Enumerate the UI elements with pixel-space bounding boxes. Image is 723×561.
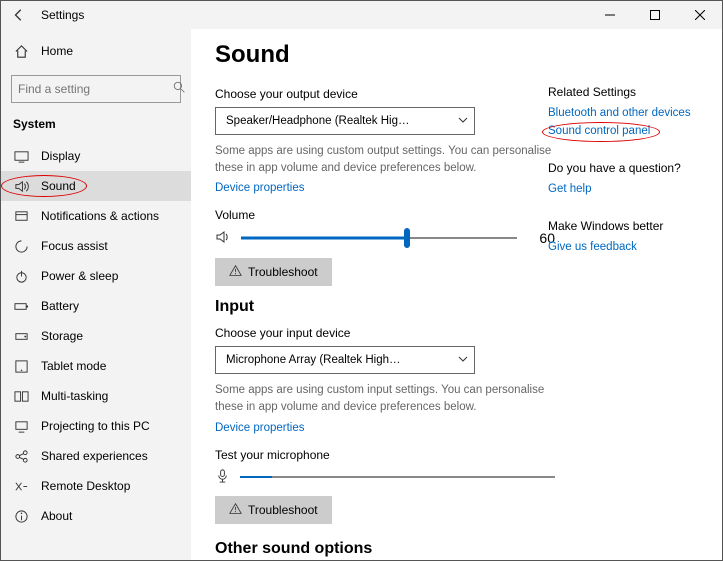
warning-icon	[229, 264, 242, 280]
sidebar-item-label: Focus assist	[41, 239, 108, 253]
output-hint: Some apps are using custom output settin…	[215, 143, 555, 176]
shared-icon	[13, 448, 29, 464]
sidebar-item-shared-exp[interactable]: Shared experiences	[1, 441, 191, 471]
projecting-icon	[13, 418, 29, 434]
input-device-dropdown[interactable]: Microphone Array (Realtek High…	[215, 346, 475, 374]
sidebar-item-sound[interactable]: Sound	[1, 171, 191, 201]
sidebar-item-projecting[interactable]: Projecting to this PC	[1, 411, 191, 441]
feedback-link[interactable]: Give us feedback	[548, 241, 698, 253]
sidebar-item-label: Sound	[41, 179, 76, 193]
sidebar-item-label: Tablet mode	[41, 359, 106, 373]
main-content: Sound Choose your output device Speaker/…	[191, 29, 722, 560]
search-input[interactable]	[18, 82, 173, 96]
window-title: Settings	[41, 8, 84, 22]
sidebar-home[interactable]: Home	[1, 35, 191, 67]
sidebar-item-label: Storage	[41, 329, 83, 343]
sidebar-item-focus-assist[interactable]: Focus assist	[1, 231, 191, 261]
sidebar-item-remote-desktop[interactable]: Remote Desktop	[1, 471, 191, 501]
better-head: Make Windows better	[548, 219, 698, 233]
sidebar-item-label: Remote Desktop	[41, 479, 130, 493]
search-icon	[173, 81, 186, 97]
input-hint: Some apps are using custom input setting…	[215, 382, 555, 415]
get-help-link[interactable]: Get help	[548, 183, 698, 195]
sidebar-category: System	[1, 113, 191, 141]
sidebar-item-notifications[interactable]: Notifications & actions	[1, 201, 191, 231]
right-column: Related Settings Bluetooth and other dev…	[548, 85, 698, 277]
volume-slider[interactable]	[241, 228, 517, 248]
multitask-icon	[13, 388, 29, 404]
sound-control-panel-link[interactable]: Sound control panel	[548, 125, 698, 137]
back-button[interactable]	[9, 8, 29, 22]
home-icon	[13, 43, 29, 59]
sidebar-item-battery[interactable]: Battery	[1, 291, 191, 321]
warning-icon	[229, 502, 242, 518]
sidebar-item-about[interactable]: About	[1, 501, 191, 531]
close-button[interactable]	[677, 1, 722, 29]
tablet-icon	[13, 358, 29, 374]
sidebar-item-label: Display	[41, 149, 80, 163]
sidebar-item-display[interactable]: Display	[1, 141, 191, 171]
sidebar-item-label: Power & sleep	[41, 269, 118, 283]
chevron-down-icon	[458, 115, 468, 128]
sidebar-item-storage[interactable]: Storage	[1, 321, 191, 351]
output-device-dropdown[interactable]: Speaker/Headphone (Realtek Hig…	[215, 107, 475, 135]
troubleshoot-label: Troubleshoot	[248, 503, 318, 517]
output-device-properties-link[interactable]: Device properties	[215, 182, 304, 194]
battery-icon	[13, 298, 29, 314]
power-icon	[13, 268, 29, 284]
related-settings-head: Related Settings	[548, 85, 698, 99]
storage-icon	[13, 328, 29, 344]
page-title: Sound	[215, 41, 722, 69]
display-icon	[13, 148, 29, 164]
other-heading: Other sound options	[215, 540, 722, 558]
sidebar-item-label: Battery	[41, 299, 79, 313]
bluetooth-link[interactable]: Bluetooth and other devices	[548, 107, 698, 119]
focus-icon	[13, 238, 29, 254]
sidebar-item-label: Shared experiences	[41, 449, 148, 463]
sidebar-home-label: Home	[41, 44, 73, 58]
input-heading: Input	[215, 298, 722, 316]
notifications-icon	[13, 208, 29, 224]
test-mic-label: Test your microphone	[215, 448, 722, 462]
input-troubleshoot-button[interactable]: Troubleshoot	[215, 496, 332, 524]
question-head: Do you have a question?	[548, 161, 698, 175]
minimize-button[interactable]	[587, 1, 632, 29]
speaker-icon	[215, 229, 231, 248]
sound-icon	[13, 178, 29, 194]
sidebar-item-power-sleep[interactable]: Power & sleep	[1, 261, 191, 291]
input-choose-label: Choose your input device	[215, 326, 722, 340]
sidebar-item-label: Multi-tasking	[41, 389, 108, 403]
titlebar: Settings	[1, 1, 722, 29]
sidebar-item-label: About	[41, 509, 72, 523]
maximize-button[interactable]	[632, 1, 677, 29]
search-input-wrap[interactable]	[11, 75, 181, 103]
sidebar-item-multitasking[interactable]: Multi-tasking	[1, 381, 191, 411]
troubleshoot-label: Troubleshoot	[248, 265, 318, 279]
sidebar: Home System Display Sound Notifications …	[1, 29, 191, 560]
about-icon	[13, 508, 29, 524]
microphone-icon	[215, 468, 230, 486]
remote-icon	[13, 478, 29, 494]
sidebar-item-label: Projecting to this PC	[41, 419, 150, 433]
output-device-selected: Speaker/Headphone (Realtek Hig…	[226, 115, 409, 127]
sidebar-item-label: Notifications & actions	[41, 209, 159, 223]
chevron-down-icon	[458, 354, 468, 367]
input-device-selected: Microphone Array (Realtek High…	[226, 354, 401, 366]
mic-level-bar	[240, 476, 555, 478]
input-device-properties-link[interactable]: Device properties	[215, 422, 304, 434]
sidebar-item-tablet-mode[interactable]: Tablet mode	[1, 351, 191, 381]
output-troubleshoot-button[interactable]: Troubleshoot	[215, 258, 332, 286]
